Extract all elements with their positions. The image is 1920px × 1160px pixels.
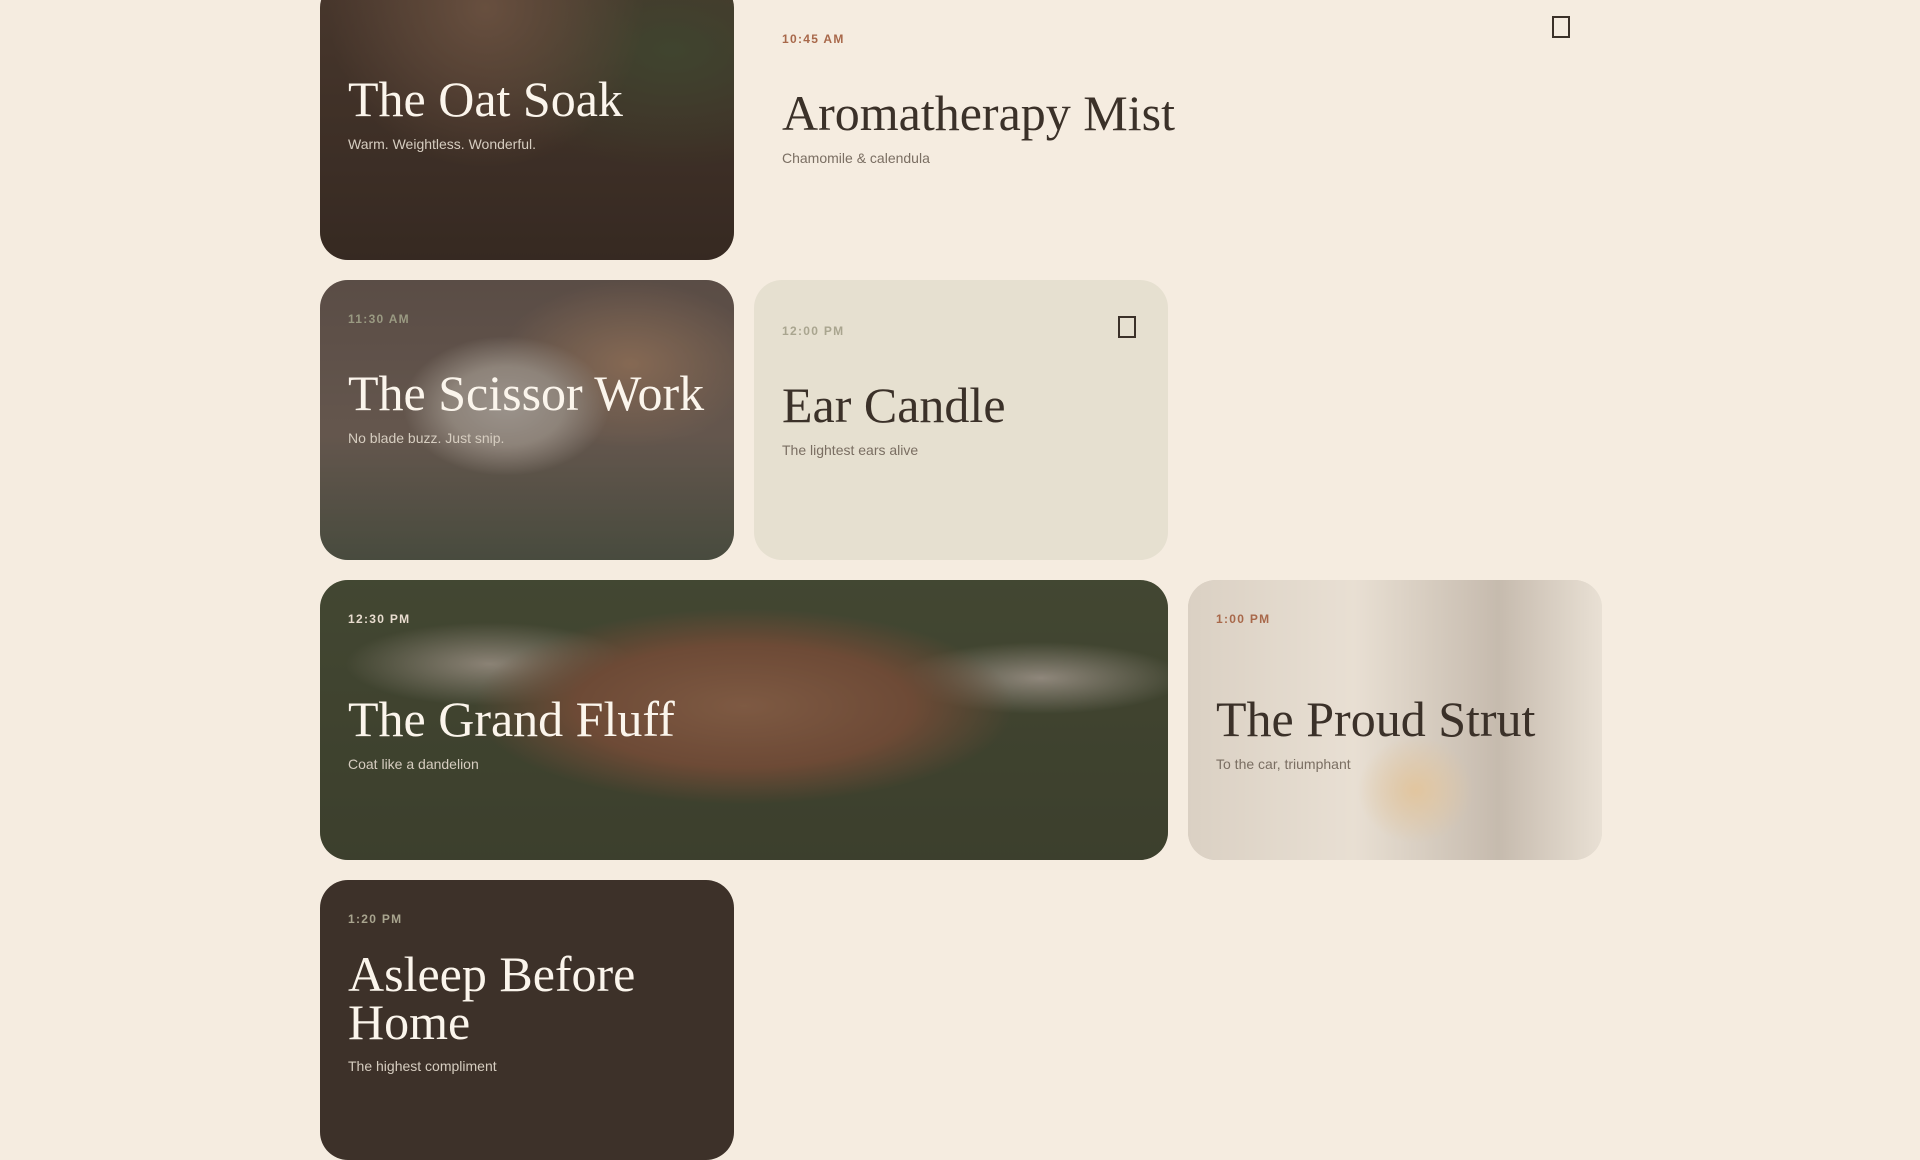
card-grand-fluff[interactable]: 12:30 PM The Grand Fluff Coat like a dan…: [320, 580, 1168, 860]
card-time: 1:00 PM: [1216, 612, 1271, 626]
card-content: 12:30 PM The Grand Fluff Coat like a dan…: [348, 612, 1140, 772]
card-subtitle: Warm. Weightless. Wonderful.: [348, 136, 537, 152]
card-time: 11:30 AM: [348, 312, 410, 326]
card-title: The Proud Strut: [1216, 691, 1536, 747]
card-title: Ear Candle: [782, 377, 1006, 433]
card-content: 1:00 PM The Proud Strut To the car, triu…: [1216, 612, 1574, 772]
card-subtitle: Chamomile & calendula: [782, 150, 930, 166]
card-title: The Oat Soak: [348, 71, 623, 127]
card-asleep-before-home[interactable]: 1:20 PM Asleep Before Home The highest c…: [320, 880, 734, 1160]
card-subtitle: Coat like a dandelion: [348, 756, 479, 772]
bookmark-icon[interactable]: [1552, 16, 1570, 38]
card-time: 12:00 PM: [782, 324, 845, 338]
card-subtitle: The highest compliment: [348, 1058, 497, 1074]
card-content: 10:45 AM Aromatherapy Mist Chamomile & c…: [782, 32, 1574, 166]
card-title: The Grand Fluff: [348, 691, 675, 747]
card-subtitle: The lightest ears alive: [782, 442, 919, 458]
card-oat-soak[interactable]: The Oat Soak Warm. Weightless. Wonderful…: [320, 0, 734, 260]
card-subtitle: No blade buzz. Just snip.: [348, 430, 505, 446]
card-time: 10:45 AM: [782, 32, 845, 46]
card-subtitle: To the car, triumphant: [1216, 756, 1351, 772]
bookmark-icon[interactable]: [1118, 316, 1136, 338]
card-title: The Scissor Work: [348, 365, 705, 421]
card-title: Asleep Before Home: [348, 946, 636, 1050]
card-aromatherapy-mist[interactable]: 10:45 AM Aromatherapy Mist Chamomile & c…: [754, 0, 1602, 260]
card-time: 1:20 PM: [348, 912, 403, 926]
card-content: 12:00 PM Ear Candle The lightest ears al…: [782, 324, 1140, 458]
card-time: 12:30 PM: [348, 612, 411, 626]
card-title: Aromatherapy Mist: [782, 85, 1175, 141]
card-content: The Oat Soak Warm. Weightless. Wonderful…: [348, 32, 706, 152]
timeline-grid: The Oat Soak Warm. Weightless. Wonderful…: [320, 0, 1602, 1160]
card-scissor-work[interactable]: 11:30 AM The Scissor Work No blade buzz.…: [320, 280, 734, 560]
card-content: 11:30 AM The Scissor Work No blade buzz.…: [348, 312, 706, 446]
card-proud-strut[interactable]: 1:00 PM The Proud Strut To the car, triu…: [1188, 580, 1602, 860]
card-ear-candle[interactable]: 12:00 PM Ear Candle The lightest ears al…: [754, 280, 1168, 560]
card-content: 1:20 PM Asleep Before Home The highest c…: [348, 912, 706, 1074]
